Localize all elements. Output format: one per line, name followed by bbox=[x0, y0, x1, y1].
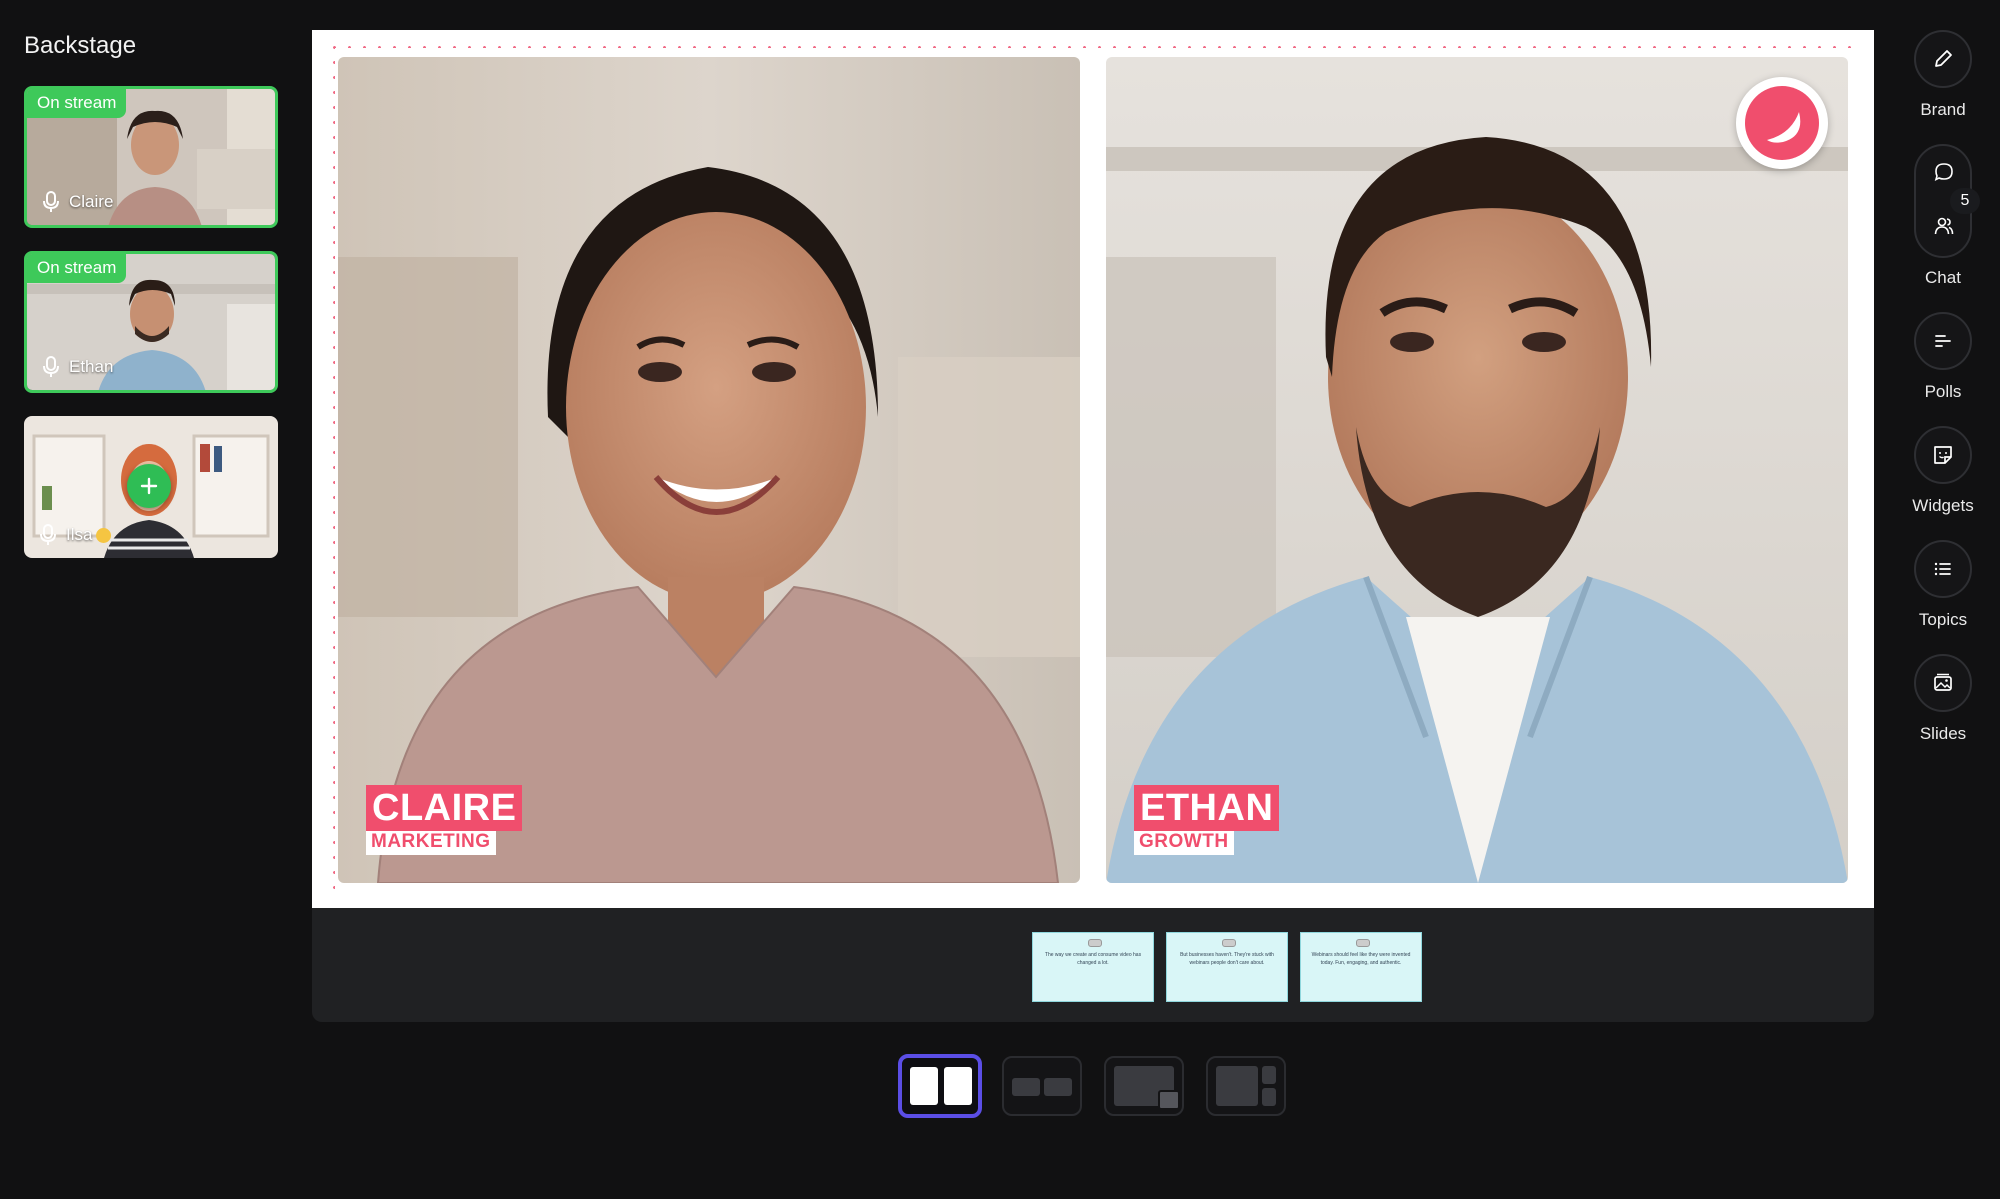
list-icon bbox=[1934, 562, 1951, 576]
layout-block bbox=[1262, 1088, 1276, 1106]
microphone-icon[interactable] bbox=[43, 191, 59, 213]
polls-label: Polls bbox=[1924, 382, 1962, 401]
widgets-label: Widgets bbox=[1912, 496, 1974, 515]
slide-logo-icon bbox=[1088, 939, 1102, 947]
brand-logo-icon bbox=[1745, 86, 1819, 160]
slide-logo-icon bbox=[1356, 939, 1370, 947]
lower-third-ethan: ETHAN GROWTH bbox=[1134, 785, 1280, 855]
microphone-icon[interactable] bbox=[40, 524, 56, 546]
participant-name-claire: Claire bbox=[69, 192, 114, 211]
lower-third-claire: CLAIRE MARKETING bbox=[366, 785, 523, 855]
slides-label: Slides bbox=[1919, 724, 1967, 743]
chat-count-badge: 5 bbox=[1950, 188, 1980, 214]
layout-two-small-button[interactable] bbox=[1002, 1056, 1082, 1116]
backstage-title: Backstage bbox=[24, 32, 137, 59]
slide-thumbnail[interactable]: But businesses haven't. They're stuck wi… bbox=[1166, 932, 1288, 1002]
layout-picture-in-picture-button[interactable] bbox=[1104, 1056, 1184, 1116]
participant-name: Ilsa bbox=[40, 524, 112, 546]
brand-logo bbox=[1736, 77, 1828, 169]
backstage-card-ilsa[interactable]: Ilsa bbox=[24, 416, 278, 558]
slide-thumbnail[interactable]: The way we create and consume video has … bbox=[1032, 932, 1154, 1002]
people-icon bbox=[1934, 217, 1954, 235]
layout-block bbox=[1044, 1078, 1072, 1096]
emoji-reaction-icon bbox=[96, 527, 112, 543]
backstage-card-ethan[interactable]: On stream Ethan bbox=[24, 251, 278, 393]
on-stream-badge: On stream bbox=[27, 89, 127, 118]
pencil-icon bbox=[1935, 50, 1952, 67]
video-tile-claire[interactable]: CLAIRE MARKETING bbox=[338, 57, 1080, 883]
slide-logo-icon bbox=[1222, 939, 1236, 947]
chat-label: Chat bbox=[1925, 268, 1961, 287]
speaker-name: CLAIRE bbox=[366, 785, 523, 831]
participant-name-ethan: Ethan bbox=[69, 357, 114, 376]
chat-bubble-icon bbox=[1934, 163, 1953, 182]
claire-video bbox=[338, 57, 1080, 883]
slide-text: Webinars should feel like they were inve… bbox=[1311, 952, 1411, 966]
polls-icon bbox=[1935, 335, 1951, 347]
topics-label: Topics bbox=[1918, 610, 1968, 629]
slide-text: The way we create and consume video has … bbox=[1044, 952, 1142, 966]
brand-button[interactable] bbox=[1914, 30, 1972, 88]
layout-block bbox=[1262, 1066, 1276, 1084]
layout-side-by-side-button[interactable] bbox=[898, 1054, 982, 1118]
slides-tray: The way we create and consume video has … bbox=[312, 908, 1874, 1022]
microphone-icon[interactable] bbox=[43, 356, 59, 378]
speaker-role: GROWTH bbox=[1134, 829, 1234, 855]
add-to-stream-button[interactable] bbox=[127, 464, 171, 508]
slide-thumbnail[interactable]: Webinars should feel like they were inve… bbox=[1300, 932, 1422, 1002]
participant-name-ilsa: Ilsa bbox=[66, 525, 93, 544]
video-tile-ethan[interactable]: ETHAN GROWTH bbox=[1106, 57, 1848, 883]
topics-button[interactable] bbox=[1914, 540, 1972, 598]
layout-block bbox=[1012, 1078, 1040, 1096]
brand-label: Brand bbox=[1920, 100, 1966, 119]
layout-block bbox=[1216, 1066, 1258, 1106]
polls-button[interactable] bbox=[1914, 312, 1972, 370]
layout-block bbox=[944, 1067, 972, 1105]
slides-button[interactable] bbox=[1914, 654, 1972, 712]
stage-canvas: CLAIRE MARKETING ETHAN GROWTH bbox=[312, 30, 1874, 908]
layout-main-with-sidebar-button[interactable] bbox=[1206, 1056, 1286, 1116]
speaker-name: ETHAN bbox=[1134, 785, 1280, 831]
image-icon bbox=[1934, 673, 1952, 691]
on-stream-badge: On stream bbox=[27, 254, 127, 283]
plus-icon bbox=[140, 477, 158, 495]
speaker-role: MARKETING bbox=[366, 829, 496, 855]
widgets-button[interactable] bbox=[1914, 426, 1972, 484]
sticker-icon bbox=[1934, 446, 1952, 464]
ethan-video bbox=[1106, 57, 1848, 883]
backstage-card-claire[interactable]: On stream Claire bbox=[24, 86, 278, 228]
participant-name: Claire bbox=[43, 191, 113, 213]
layout-block bbox=[1158, 1090, 1180, 1110]
slide-text: But businesses haven't. They're stuck wi… bbox=[1180, 952, 1274, 966]
layout-block bbox=[910, 1067, 938, 1105]
participant-name: Ethan bbox=[43, 356, 113, 378]
